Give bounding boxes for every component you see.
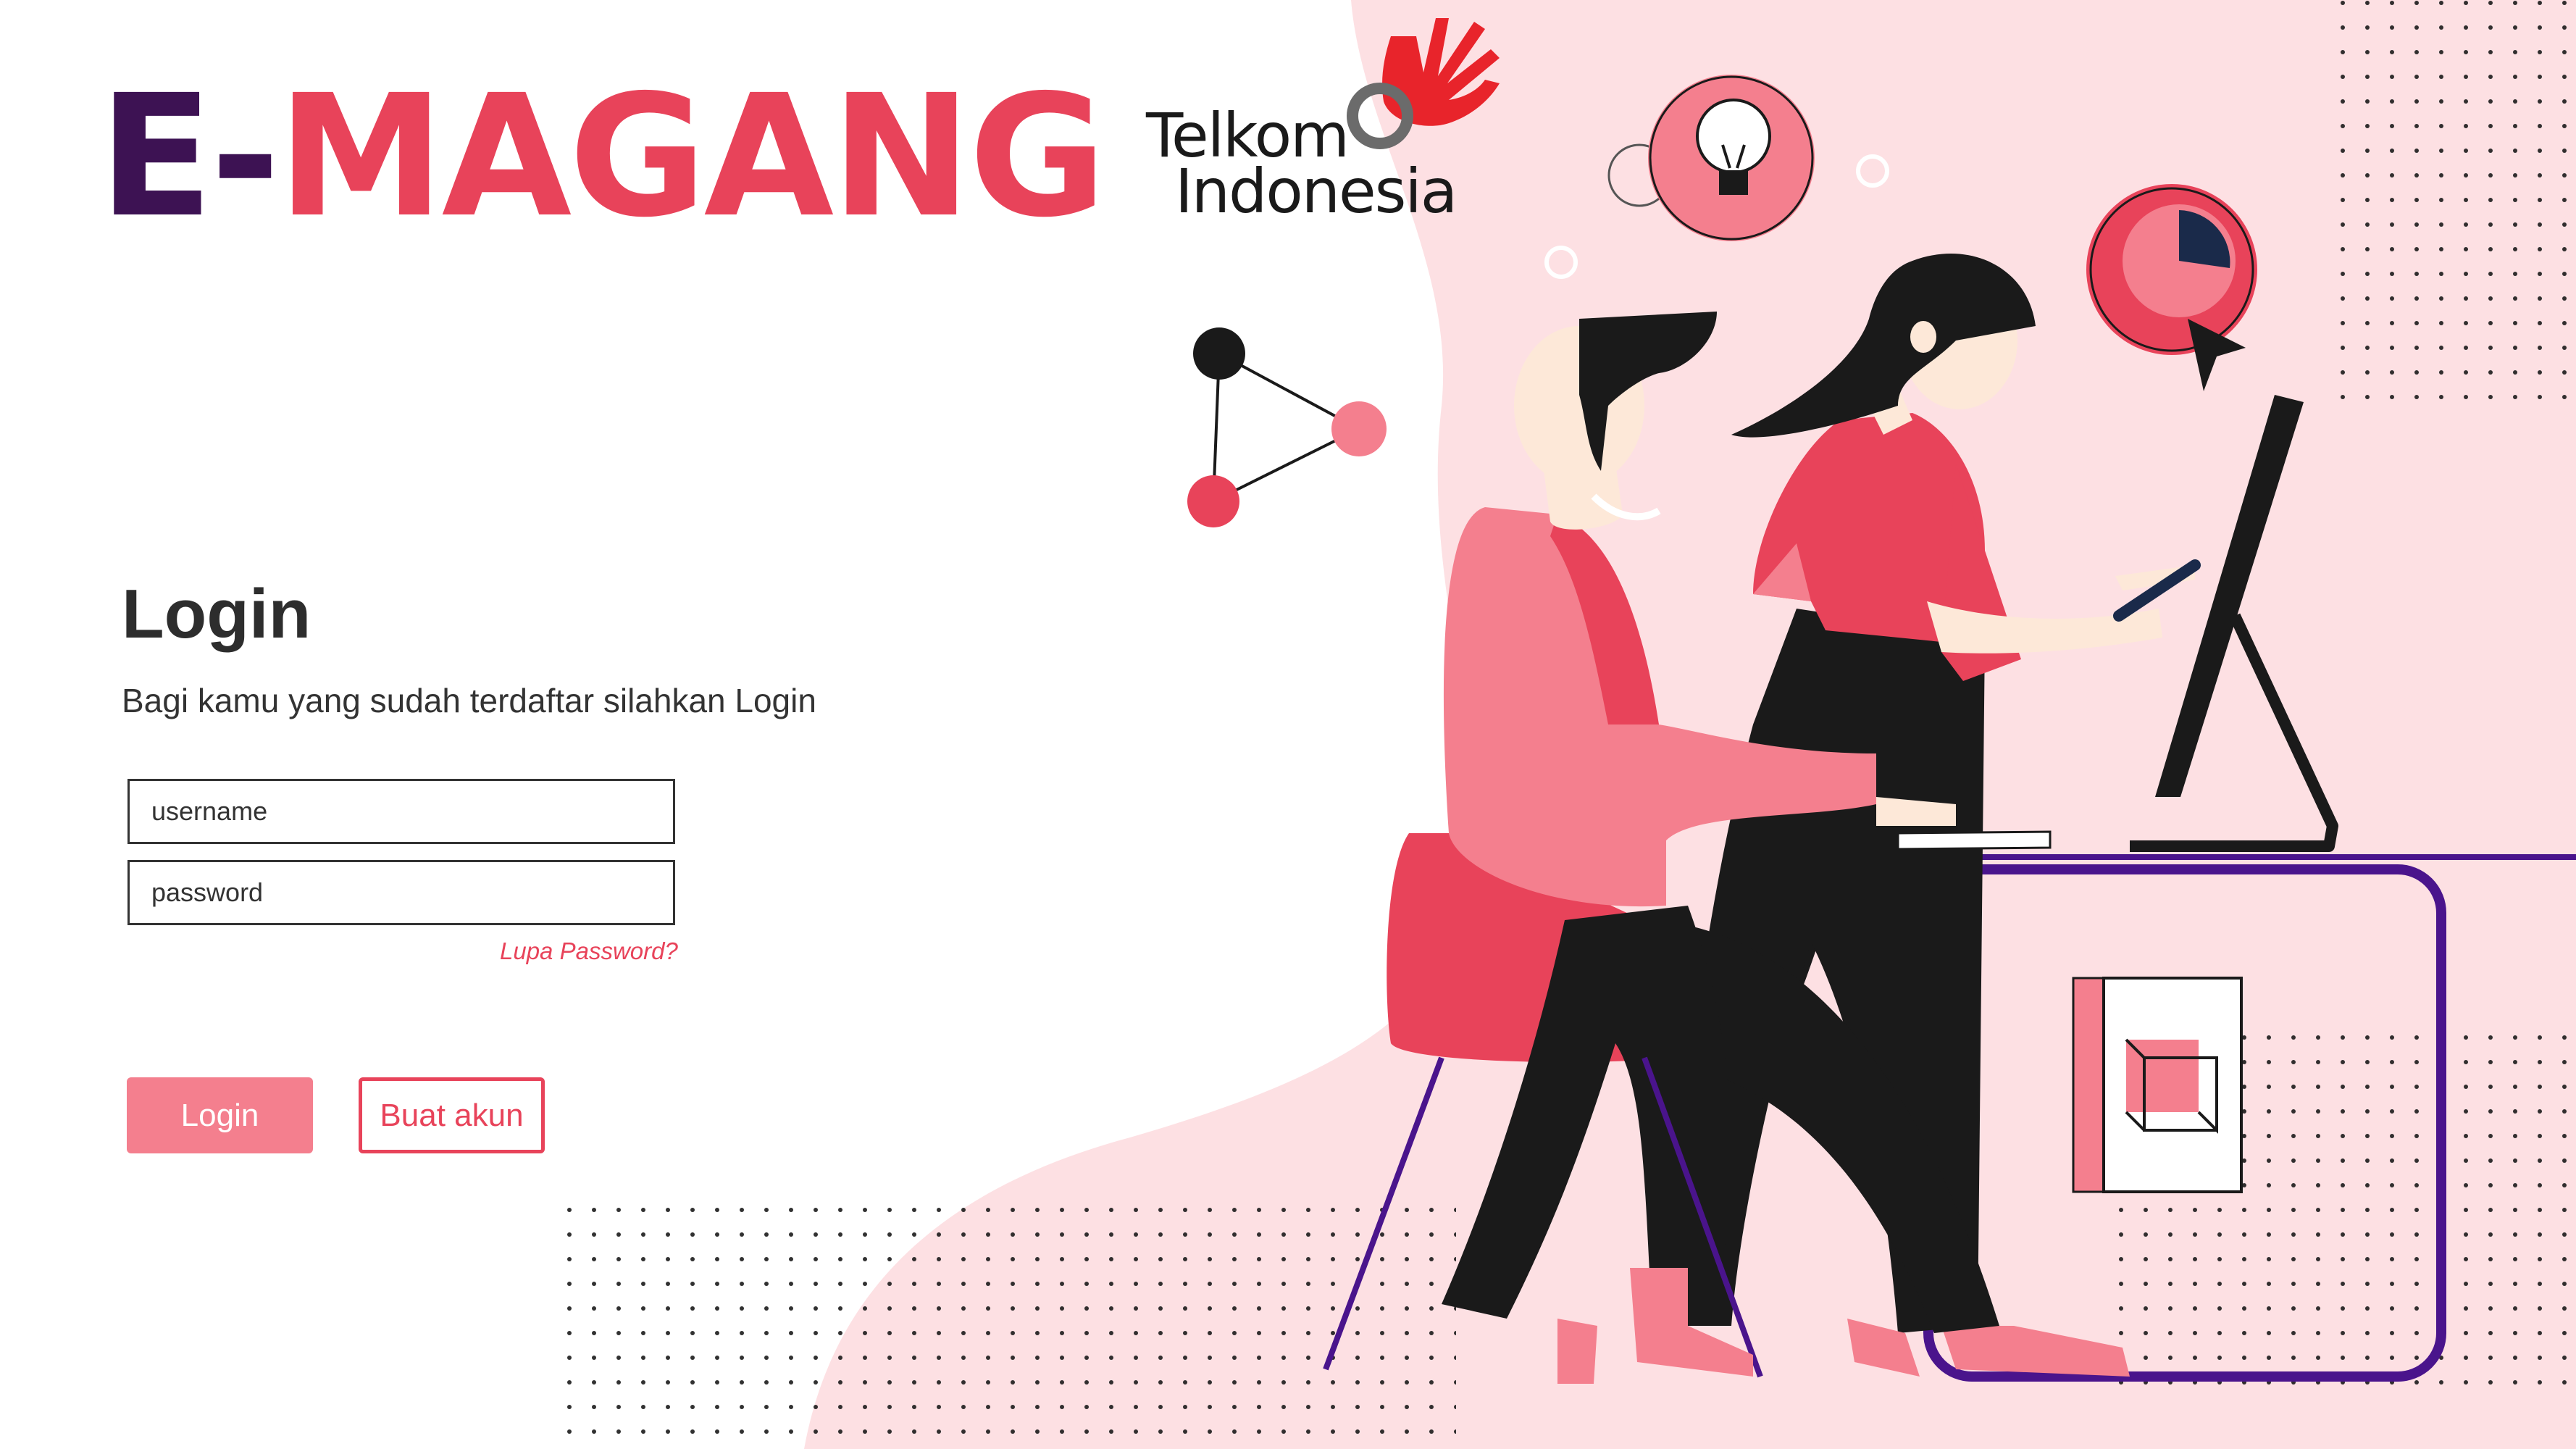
cube-icon <box>2072 977 2243 1193</box>
app-logo: E-MAGANG <box>99 72 1107 241</box>
login-button[interactable]: Login <box>127 1077 313 1153</box>
login-subtitle: Bagi kamu yang sudah terdaftar silahkan … <box>122 682 816 719</box>
login-title: Login <box>122 575 311 653</box>
lightbulb-icon <box>1648 75 1815 241</box>
forgot-password-link[interactable]: Lupa Password? <box>500 938 678 965</box>
pie-chart-icon <box>2086 184 2257 355</box>
logo-prefix: E- <box>99 59 280 254</box>
register-button[interactable]: Buat akun <box>359 1077 545 1153</box>
network-nodes-icon <box>1187 327 1387 527</box>
dot-pattern-bottom <box>558 1188 1456 1449</box>
logo-name: MAGANG <box>277 59 1107 254</box>
dot-pattern-top-right <box>2325 0 2576 406</box>
partner-logo-line2: Indonesia <box>1175 156 1458 227</box>
password-input[interactable] <box>127 860 675 925</box>
username-input[interactable] <box>127 779 675 844</box>
